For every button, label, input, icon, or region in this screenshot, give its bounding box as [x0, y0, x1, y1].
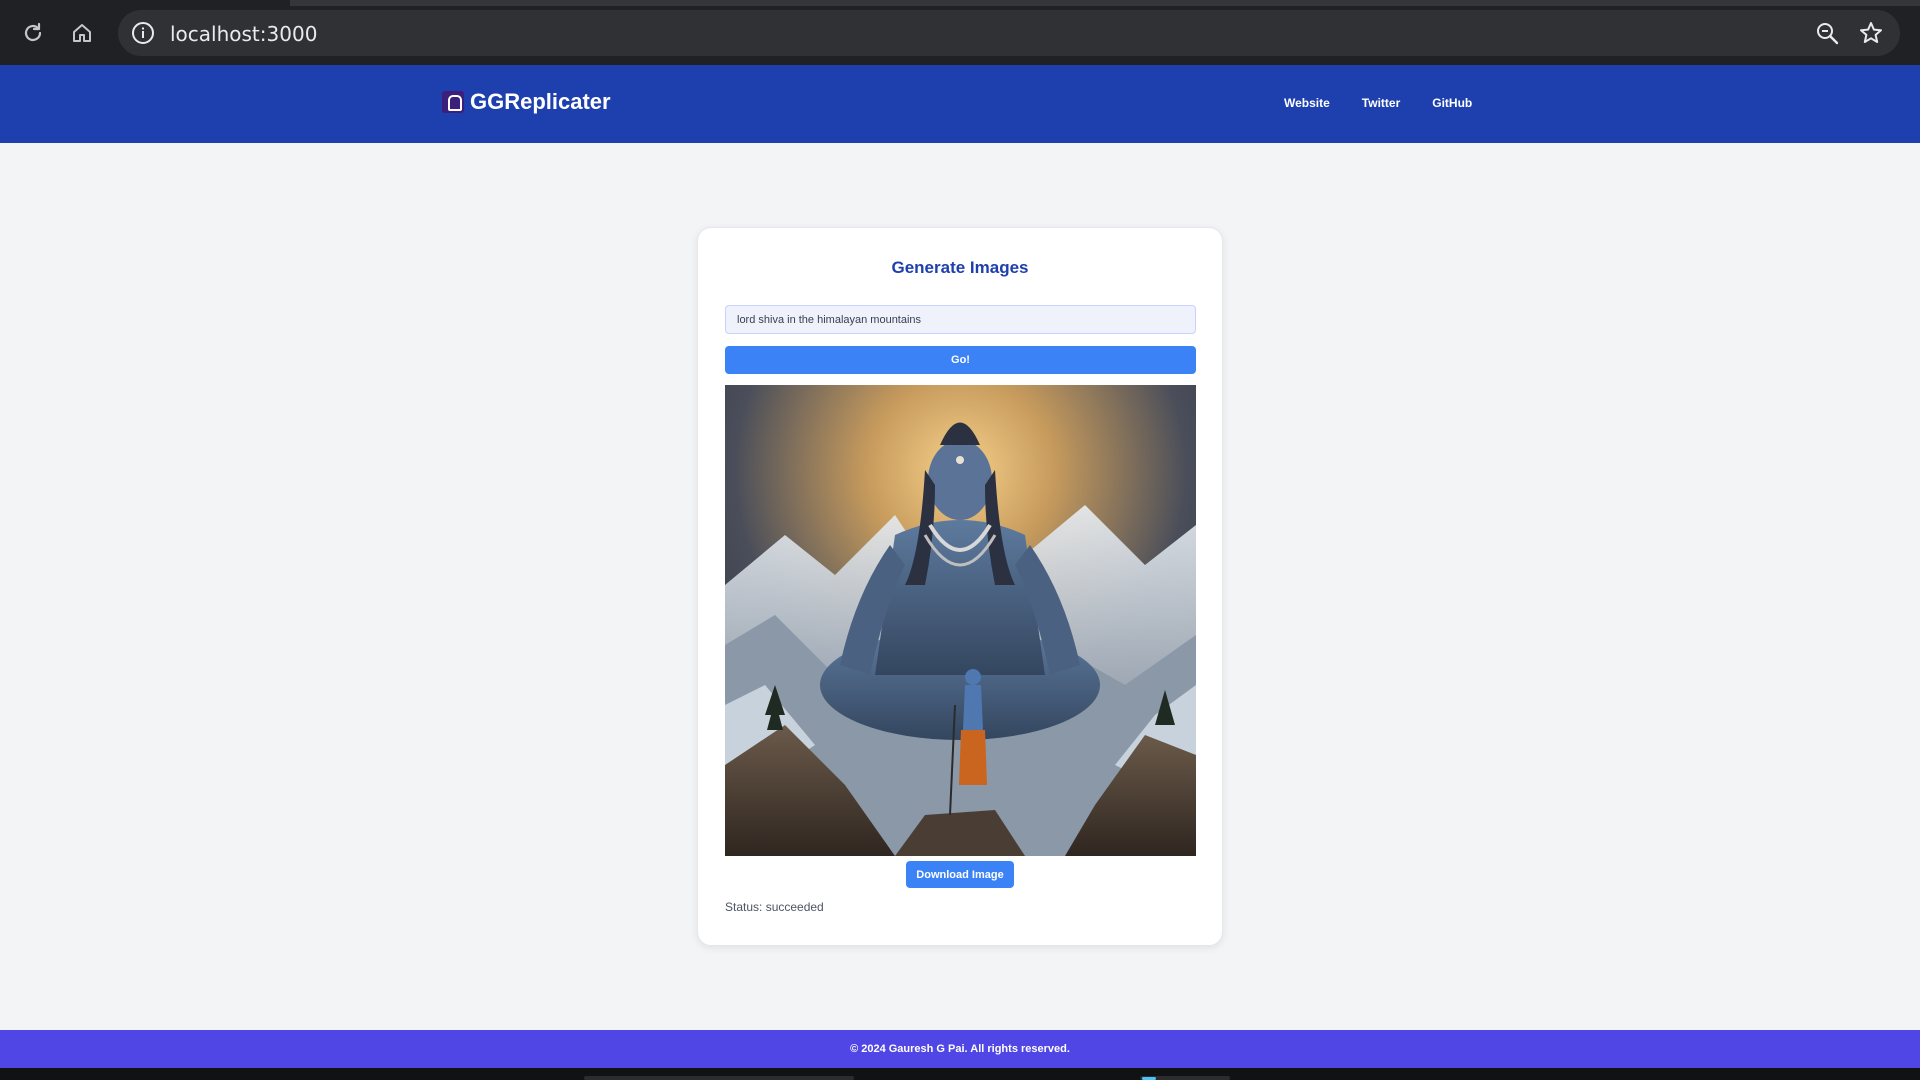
status-text: Status: succeeded	[725, 900, 824, 914]
taskbar-item[interactable]	[584, 1076, 854, 1080]
browser-toolbar: localhost:3000	[0, 0, 1920, 65]
home-icon[interactable]	[64, 15, 100, 51]
info-icon[interactable]	[130, 20, 156, 46]
star-icon[interactable]	[1858, 20, 1884, 46]
generated-image	[725, 385, 1196, 856]
nav-twitter[interactable]: Twitter	[1362, 96, 1400, 110]
go-button[interactable]: Go!	[725, 346, 1196, 374]
zoom-icon[interactable]	[1814, 20, 1840, 46]
nav-github[interactable]: GitHub	[1432, 96, 1472, 110]
main-nav: Website Twitter GitHub	[1284, 96, 1472, 110]
copyright-text: © 2024 Gauresh G Pai. All rights reserve…	[850, 1043, 1070, 1055]
site-header: GGReplicater Website Twitter GitHub	[0, 65, 1920, 143]
generate-card: Generate Images Go!	[697, 227, 1223, 946]
address-bar[interactable]: localhost:3000	[118, 10, 1900, 56]
brand-logo[interactable]: GGReplicater	[442, 89, 611, 115]
tab-strip	[290, 0, 1920, 6]
brand-icon	[442, 91, 464, 113]
brand-name: GGReplicater	[470, 89, 611, 114]
generated-image-art	[725, 385, 1196, 856]
prompt-input[interactable]	[725, 305, 1196, 334]
url-text[interactable]: localhost:3000	[170, 22, 317, 46]
reload-icon[interactable]	[15, 15, 51, 51]
taskbar	[0, 1068, 1920, 1080]
nav-website[interactable]: Website	[1284, 96, 1330, 110]
site-footer: © 2024 Gauresh G Pai. All rights reserve…	[0, 1030, 1920, 1068]
download-image-button[interactable]: Download Image	[906, 861, 1014, 888]
card-title: Generate Images	[891, 258, 1029, 277]
